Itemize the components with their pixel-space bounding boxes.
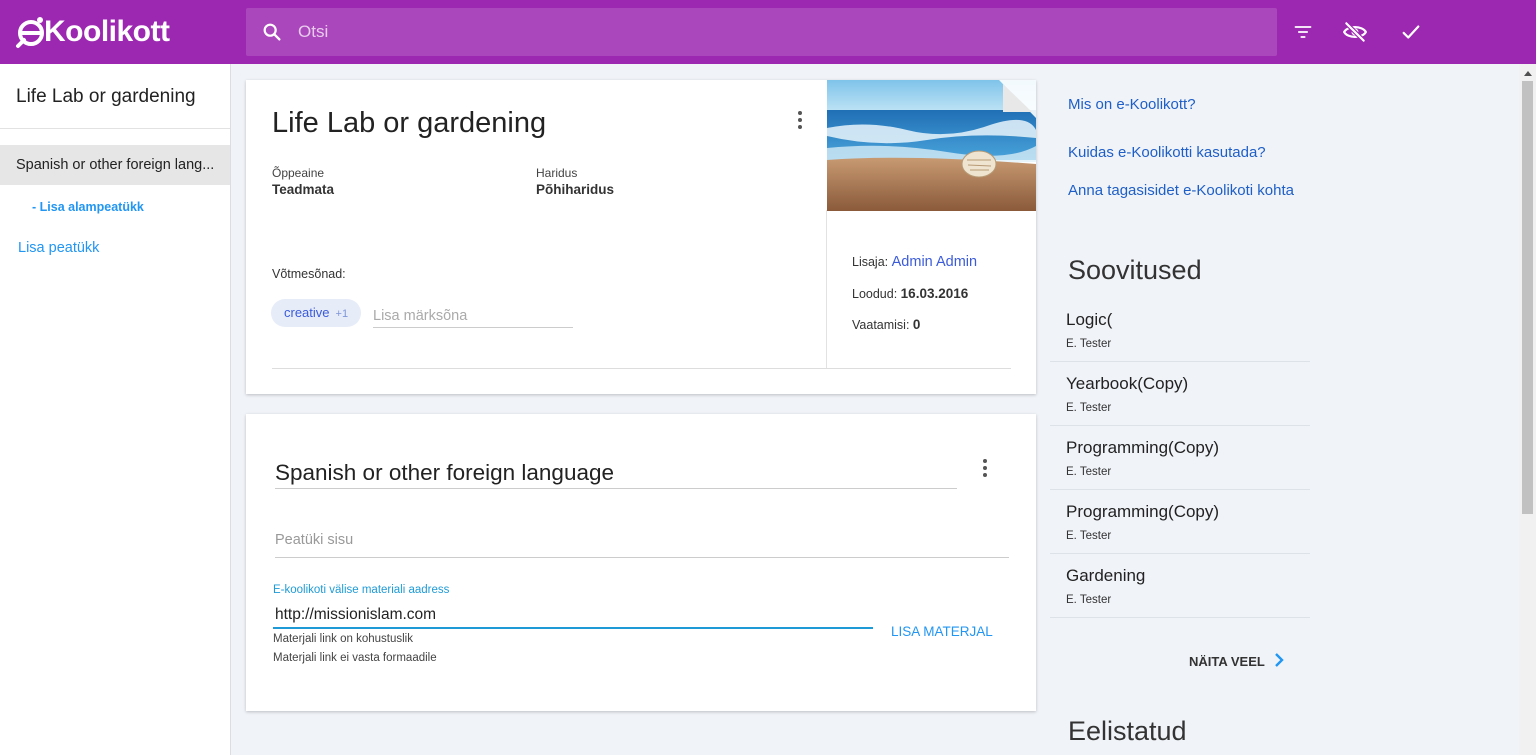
card-bottom-divider bbox=[272, 368, 1011, 369]
link-how-to-use[interactable]: Kuidas e-Koolikotti kasutada? bbox=[1068, 143, 1298, 163]
url-required-hint: Materjali link on kohustuslik bbox=[273, 633, 413, 645]
creator-link[interactable]: Admin Admin bbox=[892, 254, 977, 270]
recommendation-title: Gardening bbox=[1066, 566, 1146, 585]
search-icon[interactable] bbox=[246, 8, 298, 56]
education-label: Haridus bbox=[536, 166, 578, 180]
keyword-input[interactable] bbox=[373, 304, 573, 328]
created-label: Loodud: bbox=[852, 287, 898, 301]
recommendation-author: E. Tester bbox=[1066, 402, 1112, 414]
recommendation-title: Logic( bbox=[1066, 310, 1113, 329]
show-more-button[interactable]: NÄITA VEEL bbox=[1189, 653, 1285, 670]
chapter-content-input[interactable]: Peatüki sisu bbox=[275, 532, 1009, 558]
material-url-input[interactable] bbox=[273, 603, 873, 629]
logo-text: Koolikott bbox=[44, 15, 170, 48]
favorites-heading: Eelistatud bbox=[1068, 716, 1187, 746]
chapter-title-input[interactable]: Spanish or other foreign language bbox=[275, 460, 957, 489]
search-input[interactable] bbox=[298, 22, 1198, 42]
keywords-label: Võtmesõnad: bbox=[272, 267, 346, 281]
subject-label: Õppeaine bbox=[272, 166, 325, 180]
recommendation-title: Programming(Copy) bbox=[1066, 438, 1220, 457]
keyword-more-count: +1 bbox=[335, 308, 349, 320]
portfolio-title: Life Lab or gardening bbox=[272, 107, 547, 139]
views-label: Vaatamisi: bbox=[852, 318, 910, 332]
recommendation-item[interactable]: Programming(Copy) E. Tester bbox=[1050, 490, 1310, 554]
show-more-label: NÄITA VEEL bbox=[1189, 654, 1265, 669]
recommendation-author: E. Tester bbox=[1066, 594, 1112, 606]
sidebar-divider bbox=[0, 128, 230, 129]
add-material-button[interactable]: LISA MATERJAL bbox=[891, 624, 993, 639]
chapter-card: Spanish or other foreign language Peatük… bbox=[246, 414, 1036, 711]
recommendation-title: Yearbook(Copy) bbox=[1066, 374, 1189, 393]
views-row: Vaatamisi: 0 bbox=[852, 317, 920, 332]
recommendation-item[interactable]: Yearbook(Copy) E. Tester bbox=[1050, 362, 1310, 426]
page-scrollbar[interactable] bbox=[1519, 64, 1536, 755]
sidebar-portfolio-title[interactable]: Life Lab or gardening bbox=[16, 86, 196, 108]
chapter-more-icon[interactable] bbox=[975, 456, 995, 480]
recommendation-author: E. Tester bbox=[1066, 338, 1112, 350]
filter-icon[interactable] bbox=[1287, 16, 1319, 48]
creator-label: Lisaja: bbox=[852, 255, 889, 269]
created-date: 16.03.2016 bbox=[900, 286, 969, 301]
recommendation-item[interactable]: Programming(Copy) E. Tester bbox=[1050, 426, 1310, 490]
right-column: Mis on e-Koolikott? Kuidas e-Koolikotti … bbox=[1050, 64, 1310, 755]
recommendation-author: E. Tester bbox=[1066, 530, 1112, 542]
sidebar-item-chapter[interactable]: Spanish or other foreign lang... bbox=[0, 145, 230, 185]
link-what-is[interactable]: Mis on e-Koolikott? bbox=[1068, 95, 1298, 115]
creator-row: Lisaja: Admin Admin bbox=[852, 254, 977, 270]
add-chapter-link[interactable]: Lisa peatükk bbox=[18, 240, 99, 256]
views-count: 0 bbox=[912, 317, 921, 332]
search-bar[interactable] bbox=[246, 8, 1277, 56]
link-feedback[interactable]: Anna tagasisidet e-Koolikoti kohta bbox=[1068, 181, 1298, 201]
chevron-right-icon bbox=[1273, 653, 1285, 670]
sidebar: Life Lab or gardening Spanish or other f… bbox=[0, 64, 231, 755]
recommendation-item[interactable]: Logic( E. Tester bbox=[1050, 298, 1310, 362]
portfolio-more-icon[interactable] bbox=[790, 108, 810, 132]
logo-e-icon bbox=[14, 15, 48, 49]
logo[interactable]: Koolikott bbox=[14, 10, 170, 54]
url-format-hint: Materjali link ei vasta formaadile bbox=[273, 652, 437, 664]
visibility-off-icon[interactable] bbox=[1339, 16, 1371, 48]
recommendation-title: Programming(Copy) bbox=[1066, 502, 1220, 521]
created-row: Loodud: 16.03.2016 bbox=[852, 286, 968, 301]
scroll-up-arrow-icon[interactable] bbox=[1519, 64, 1536, 81]
recommendation-author: E. Tester bbox=[1066, 466, 1112, 478]
recommendations-heading: Soovitused bbox=[1068, 255, 1202, 285]
keyword-chip[interactable]: creative +1 bbox=[271, 299, 362, 327]
education-value: Põhiharidus bbox=[536, 182, 615, 197]
portfolio-thumbnail bbox=[827, 80, 1036, 211]
material-url-label: E-koolikoti välise materiali aadress bbox=[273, 584, 450, 596]
portfolio-summary-card: Life Lab or gardening Õppeaine Teadmata … bbox=[246, 80, 1036, 394]
subject-value: Teadmata bbox=[272, 182, 335, 197]
keyword-chip-label: creative bbox=[284, 305, 330, 320]
scrollbar-thumb[interactable] bbox=[1522, 81, 1533, 514]
top-app-bar: Koolikott bbox=[0, 0, 1536, 64]
check-icon[interactable] bbox=[1395, 16, 1427, 48]
recommendation-item[interactable]: Gardening E. Tester bbox=[1050, 554, 1310, 618]
info-divider bbox=[826, 210, 827, 368]
add-subchapter-link[interactable]: - Lisa alampeatükk bbox=[32, 200, 144, 214]
